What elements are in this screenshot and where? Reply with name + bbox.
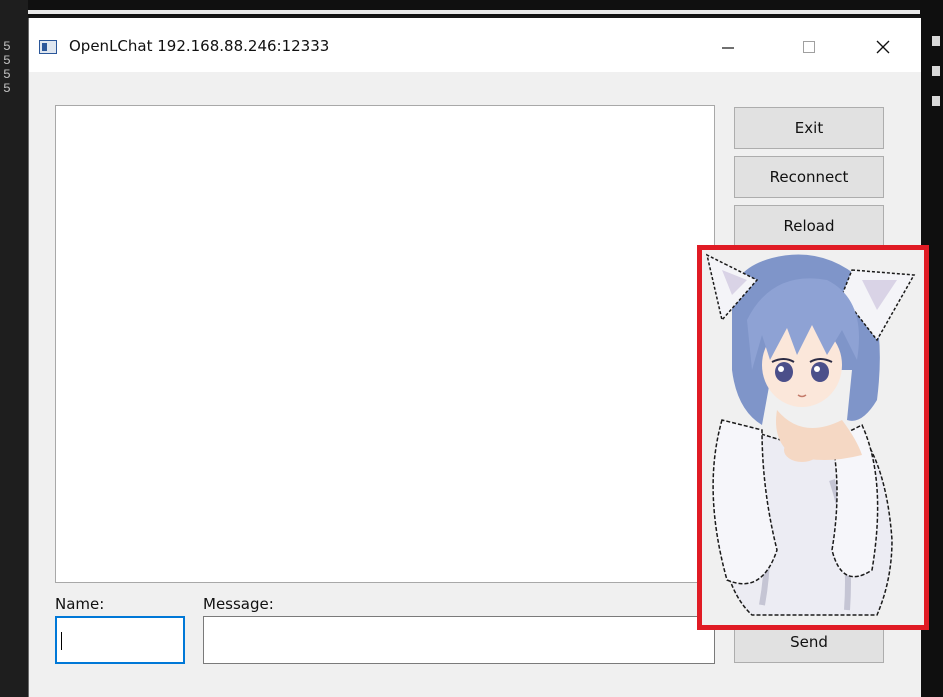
highlight-box [697, 245, 929, 630]
message-label: Message: [203, 595, 274, 613]
text-caret [61, 632, 62, 650]
app-window-icon [39, 40, 57, 54]
message-input[interactable] [203, 616, 715, 664]
minimize-button[interactable] [706, 34, 750, 60]
minimize-icon [722, 47, 734, 49]
background-top-line [0, 10, 920, 14]
window-title: OpenLChat 192.168.88.246:12333 [69, 37, 330, 55]
name-label: Name: [55, 595, 105, 613]
background-right-mark [932, 36, 940, 46]
name-input[interactable] [55, 616, 185, 664]
exit-button[interactable]: Exit [734, 107, 884, 149]
chat-log[interactable] [55, 105, 715, 583]
reload-button[interactable]: Reload [734, 205, 884, 247]
background-left-terminal [0, 0, 28, 697]
title-bar[interactable]: OpenLChat 192.168.88.246:12333 [29, 18, 921, 72]
background-left-text: 5 5 5 5 [3, 39, 11, 96]
maximize-button[interactable] [787, 34, 831, 60]
maximize-icon [803, 41, 815, 53]
background-right-mark [932, 96, 940, 106]
reconnect-button[interactable]: Reconnect [734, 156, 884, 198]
background-right-mark [932, 66, 940, 76]
close-icon [876, 40, 890, 54]
close-button[interactable] [861, 34, 905, 60]
